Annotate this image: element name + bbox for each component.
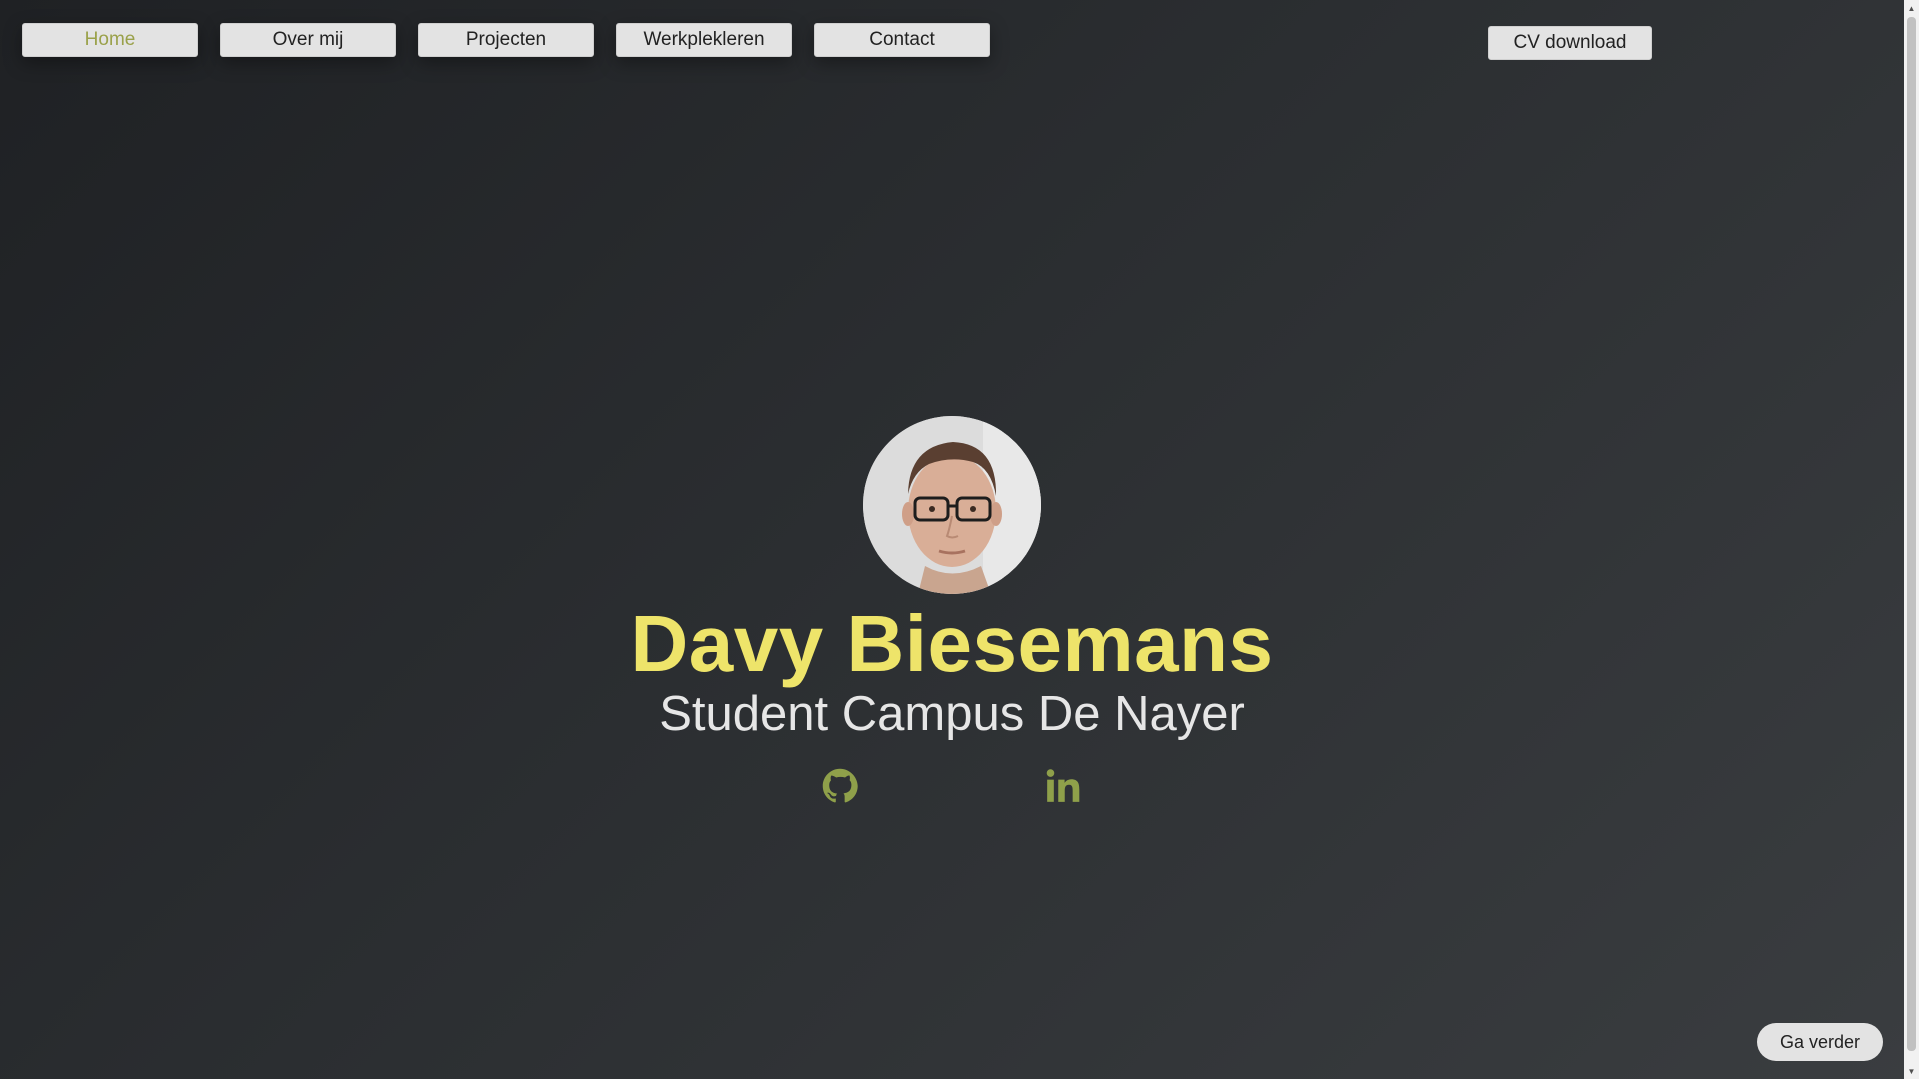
hero-subtitle: Student Campus De Nayer <box>659 687 1245 741</box>
social-links <box>0 766 1904 806</box>
nav-home-button[interactable]: Home <box>22 23 198 57</box>
github-link[interactable] <box>820 766 860 806</box>
hero-name: Davy Biesemans <box>630 599 1274 688</box>
github-icon <box>822 768 858 803</box>
scroll-down-icon[interactable]: ▼ <box>1904 1063 1919 1079</box>
nav-contact-button[interactable]: Contact <box>814 23 990 57</box>
hero-section: Davy Biesemans Student Campus De Nayer <box>0 416 1904 744</box>
avatar <box>863 416 1041 594</box>
nav-projecten-button[interactable]: Projecten <box>418 23 594 57</box>
nav-werkplekleren-button[interactable]: Werkplekleren <box>616 23 792 57</box>
cv-download-button[interactable]: CV download <box>1488 26 1652 60</box>
main-nav: Home Over mij Projecten Werkplekleren Co… <box>22 23 990 57</box>
profile-photo <box>863 416 1041 594</box>
scroll-thumb[interactable] <box>1907 17 1916 1051</box>
scroll-up-icon[interactable]: ▲ <box>1904 0 1919 16</box>
ga-verder-button[interactable]: Ga verder <box>1757 1023 1883 1061</box>
linkedin-link[interactable] <box>1043 766 1083 806</box>
linkedin-icon <box>1046 769 1080 802</box>
nav-over-mij-button[interactable]: Over mij <box>220 23 396 57</box>
vertical-scrollbar[interactable]: ▲ ▼ <box>1904 0 1919 1079</box>
